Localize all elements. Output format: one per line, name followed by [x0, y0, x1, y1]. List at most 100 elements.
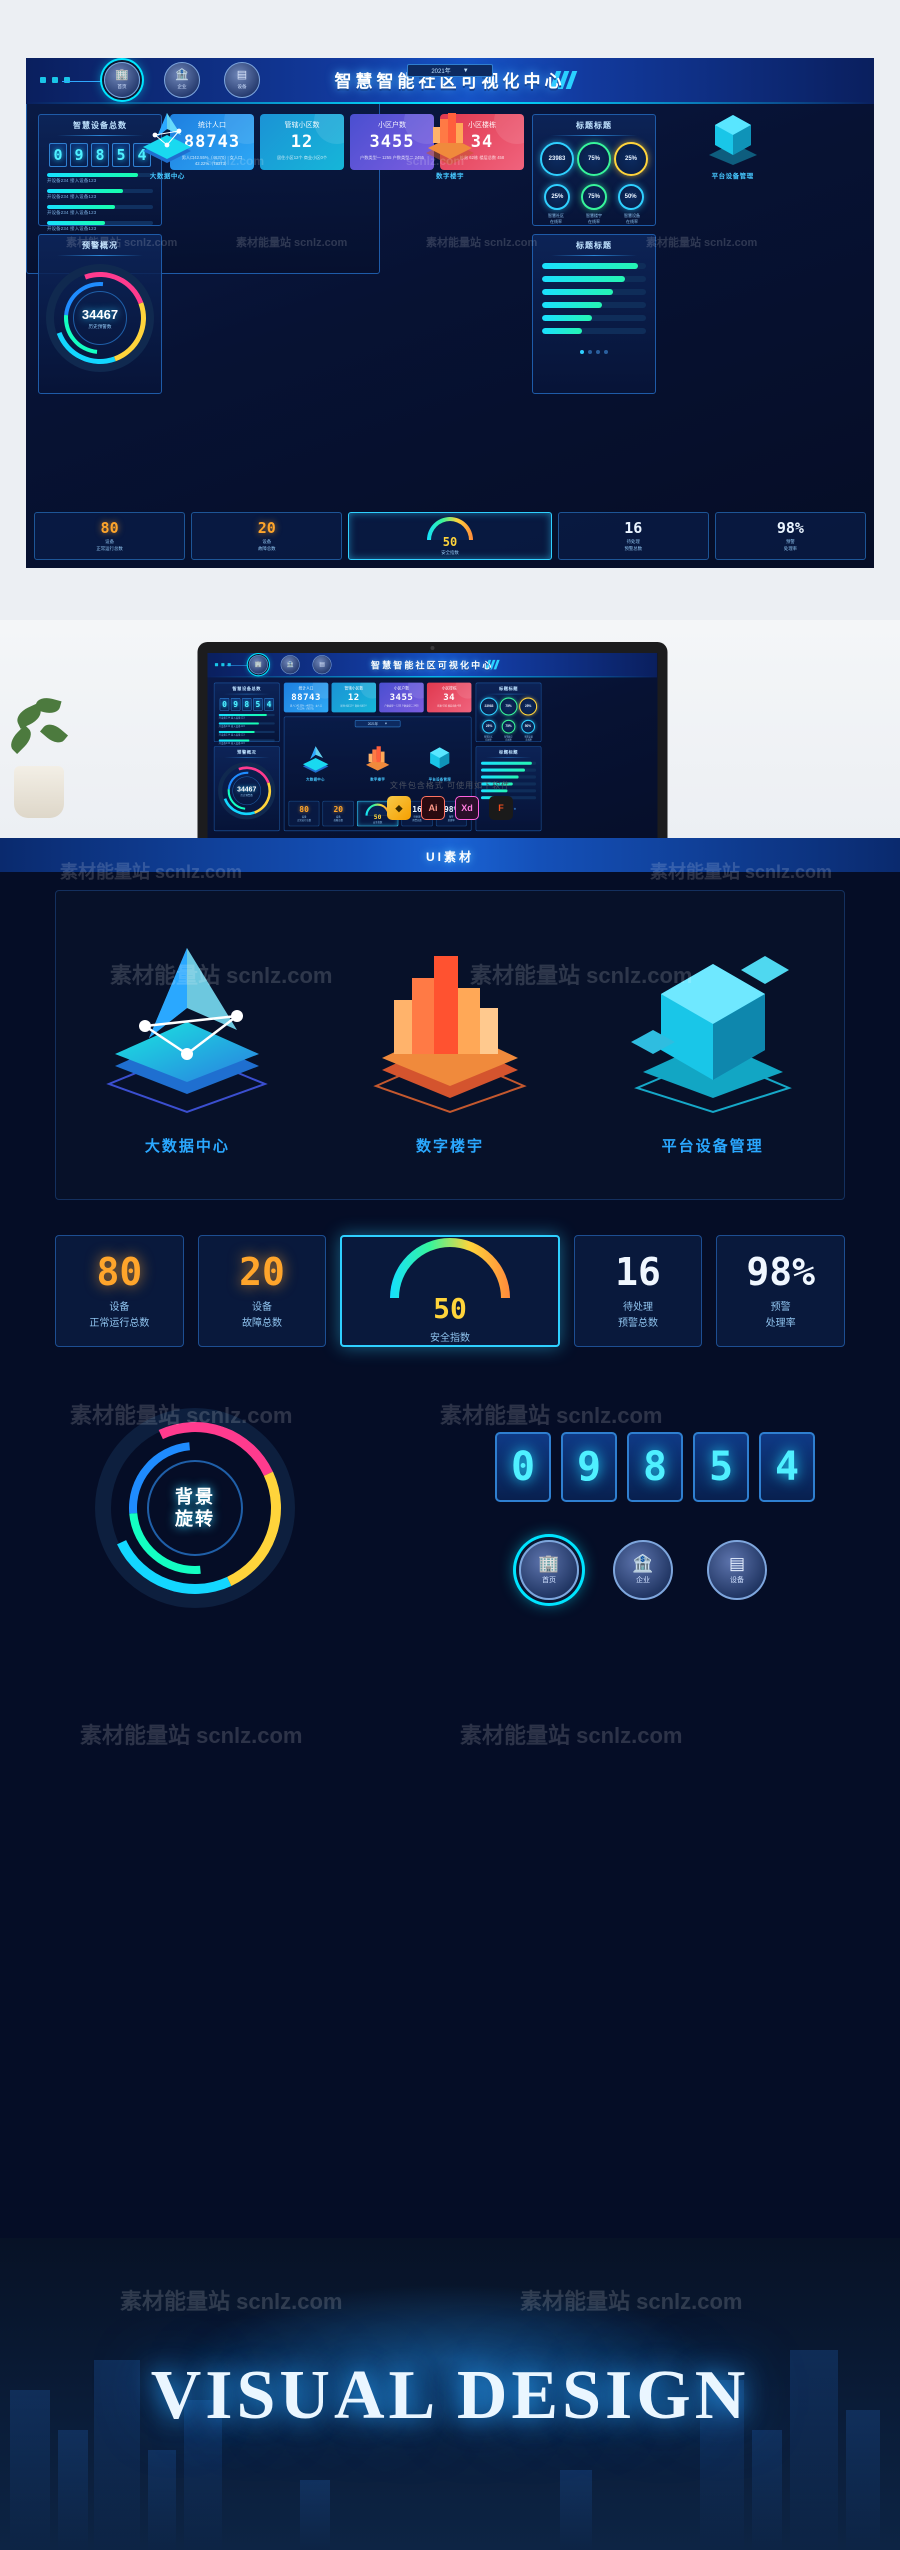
ring-value: 25% [624, 156, 637, 162]
kpi-value: 88743 [291, 692, 321, 703]
big-nav-button-company[interactable]: 🏦 企业 [613, 1540, 673, 1600]
kpi-sub: 栋数 62栋 楼层总数 458 [437, 704, 461, 708]
progress-bar [542, 302, 646, 308]
big-nav-label: 企业 [636, 1577, 650, 1584]
scene-row: 大数据中心 数字楼宇 平台设备管理 [26, 84, 874, 180]
kpi-sub: 居住小区12个 商业小区0个 [340, 704, 368, 708]
ui-assets-title: UI素材 [425, 850, 474, 864]
ring-stat: 75% [577, 142, 611, 176]
company-icon: 🏦 [632, 1554, 654, 1573]
metric-value: 20 [239, 1250, 285, 1294]
bar-label: 开设备234 接入设备123 [47, 194, 97, 199]
scene-building-mini[interactable]: 数字楼宇 [347, 731, 409, 782]
ui-metric-device-running: 80 设备 正常运行总数 [55, 1235, 184, 1347]
kpi-card-households-mini[interactable]: 小区户数 3455 户数类型一 1255 户数类型二 2455 [379, 682, 424, 713]
progress-bar [47, 205, 153, 209]
ui-metric-pending-warnings: 16 待处理 预警总数 [573, 1235, 703, 1347]
ring-stat: 50% [617, 184, 644, 210]
kpi-title: 管辖小区数 [344, 686, 364, 691]
kpi-title: 小区楼栋 [441, 686, 457, 691]
dashboard-preview-section: 🏢 首页 🏦 企业 ▤ 设备 智慧智能社区可视化中心 智慧设备总数 0 9 8 … [0, 0, 900, 620]
panel-title-online-rate: 标题标题 [533, 115, 655, 136]
ring-row-1: 23983 75% 25% [533, 136, 655, 176]
scene-bigdata[interactable]: 大数据中心 [26, 84, 309, 180]
isometric-cube-icon [703, 99, 763, 165]
metric-label: 设备 正常运行总数 [89, 1302, 150, 1329]
warning-donut-chart: 34467 历史预警数 [38, 256, 162, 380]
metric-label: 预警 处理率 [765, 1302, 796, 1329]
kpi-card-communities-mini[interactable]: 管辖小区数 12 居住小区12个 商业小区0个 [331, 682, 377, 713]
metric-value: 16 [624, 519, 643, 538]
bar-label: 开设备234 接入设备123 [47, 226, 97, 231]
isometric-cube-icon [424, 739, 456, 774]
year-select-value: 2021年 [431, 69, 451, 75]
isometric-building-icon [420, 99, 480, 165]
metric-pending-warnings: 16 待处理 预警总数 [557, 512, 709, 560]
software-icons-row: ◆ Ai Xd F [0, 796, 900, 820]
year-select-mini[interactable]: 2021年 ▼ [354, 720, 401, 728]
metric-label: 待处理 预警总数 [624, 539, 643, 551]
year-select[interactable]: 2021年 ▼ [407, 64, 493, 77]
watermark: 素材能量站 scnlz.com [646, 237, 758, 249]
scene-caption: 数字楼宇 [436, 173, 464, 180]
kpi-title: 小区户数 [394, 686, 409, 691]
figma-icon: F [489, 796, 513, 820]
ring-label: 智慧楼宇 在线率 [586, 213, 602, 224]
ring-value: 25% [485, 725, 493, 729]
illustrator-icon: Ai [421, 796, 445, 820]
ring-value: 75% [505, 725, 512, 729]
metric-label: 设备 故障总数 [257, 539, 276, 551]
kpi-card-population-mini[interactable]: 统计人口 88743 男人口42.55%（46370） 女人口42.22%（78… [283, 682, 329, 713]
metric-handling-rate: 98% 预警 处理率 [714, 512, 866, 560]
big-nav-label: 设备 [730, 1577, 744, 1584]
panel-title-ranking: 标题标题 [533, 235, 655, 256]
ring-label: 智慧社区 在线率 [548, 213, 564, 224]
ring-value: 25% [551, 194, 564, 200]
list-item: 开设备234 接入设备123 [47, 205, 153, 216]
ring-value: 50% [524, 725, 532, 729]
laptop-mockup-section: 🏢 🏦 ▤ 智慧智能社区可视化中心 智慧设备总数 0 9 8 5 4 开设备23… [0, 620, 900, 949]
progress-bar [542, 263, 646, 269]
metric-safety-index: 50 安全指数 [348, 512, 552, 560]
metric-value: 98% [776, 519, 804, 538]
digit: 8 [627, 1432, 683, 1502]
ui-scene-building[interactable]: 数字楼宇 [319, 891, 582, 1199]
ring-label: 智慧设备 在线率 [624, 213, 640, 224]
big-digit-group: 0 9 8 5 4 [495, 1432, 815, 1502]
bar-label: 开设备234 接入设备123 [218, 725, 245, 728]
kpi-card-buildings-mini[interactable]: 小区楼栋 34 栋数 62栋 楼层总数 458 [426, 682, 472, 713]
scene-platform-device-mini[interactable]: 平台设备管理 [409, 731, 471, 782]
metric-device-running: 80 设备 正常运行总数 [34, 512, 186, 560]
ring-row-2: 25% 75% 50% [533, 176, 655, 210]
digit: 4 [264, 698, 274, 711]
big-nav-button-home[interactable]: 🏢 首页 [519, 1540, 579, 1600]
progress-bar [542, 276, 646, 282]
chevron-down-icon: ▼ [384, 722, 388, 726]
isometric-bigdata-icon [137, 99, 197, 165]
scene-bigdata-mini[interactable]: 大数据中心 [284, 731, 346, 782]
ring-stat: 25% [614, 142, 648, 176]
format-note: 文件包含格式 可使用如下软件 [389, 781, 511, 790]
metric-device-fault: 20 设备 故障总数 [191, 512, 343, 560]
digit: 0 [219, 698, 230, 711]
ui-scene-caption: 大数据中心 [144, 1138, 230, 1155]
scene-caption: 大数据中心 [149, 173, 185, 180]
panel-title-mini: 智慧设备总数 [214, 683, 279, 694]
ui-scene-caption: 数字楼宇 [416, 1138, 485, 1155]
big-nav-button-device[interactable]: ▤ 设备 [707, 1540, 767, 1600]
kpi-value: 12 [347, 692, 360, 703]
warning-total-label: 历史预警数 [88, 323, 112, 329]
ui-scene-platform-device[interactable]: 平台设备管理 [581, 891, 844, 1199]
list-item: 开设备234 接入设备123 [47, 221, 153, 232]
pagination-dots[interactable] [542, 341, 646, 359]
sketch-icon: ◆ [387, 796, 411, 820]
ui-scene-bigdata[interactable]: 大数据中心 [56, 891, 319, 1199]
progress-bar [47, 189, 153, 193]
digit: 9 [230, 698, 241, 711]
isometric-bigdata-icon [87, 934, 287, 1119]
chevron-down-icon: ▼ [462, 67, 469, 74]
metric-value: 50 [442, 534, 458, 549]
metric-label: 设备 正常运行总数 [96, 539, 123, 551]
year-select-value: 2021年 [367, 722, 379, 727]
digit: 9 [561, 1432, 617, 1502]
